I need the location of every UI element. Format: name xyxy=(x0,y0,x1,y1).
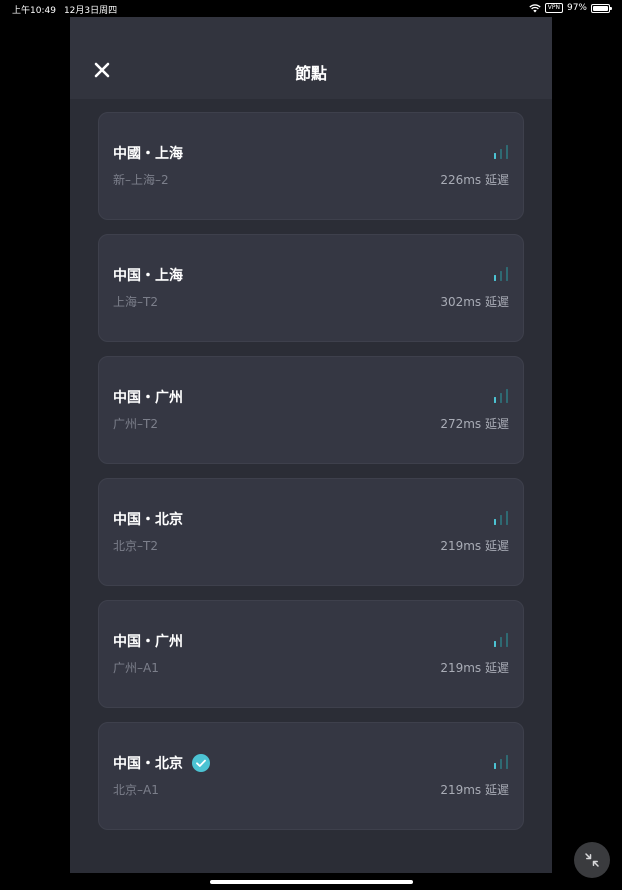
node-name: 中国・北京 xyxy=(113,509,183,529)
node-card[interactable]: 中国・广州广州–T2 272ms 延遲 xyxy=(98,356,524,464)
status-bar: 上午10:49 12月3日周四 VPN 97% xyxy=(0,0,622,17)
node-name: 中国・上海 xyxy=(113,265,183,285)
node-latency-label: 302ms 延遲 xyxy=(440,295,509,309)
node-card[interactable]: 中國・上海新–上海–2 226ms 延遲 xyxy=(98,112,524,220)
node-latency-label: 219ms 延遲 xyxy=(440,539,509,553)
node-server-label: 北京–A1 xyxy=(113,783,159,797)
node-card[interactable]: 中国・北京北京–A1 219ms 延遲 xyxy=(98,722,524,830)
wifi-icon xyxy=(529,3,541,12)
node-latency-label: 219ms 延遲 xyxy=(440,661,509,675)
collapse-button[interactable] xyxy=(574,842,610,878)
page-title: 節點 xyxy=(294,64,327,83)
battery-icon xyxy=(591,3,612,13)
home-indicator xyxy=(210,880,413,884)
node-name-label: 中国・北京 xyxy=(113,756,183,772)
signal-strength-icon xyxy=(494,389,508,403)
status-right: VPN 97% xyxy=(529,3,612,13)
node-card[interactable]: 中国・广州广州–A1 219ms 延遲 xyxy=(98,600,524,708)
vpn-badge: VPN xyxy=(544,3,563,13)
signal-strength-icon xyxy=(494,511,508,525)
node-selection-sheet: 節點 中國・上海新–上海–2 226ms 延遲中国・上海上海–T2 302ms 延遲… xyxy=(70,17,552,873)
node-server-label: 广州–A1 xyxy=(113,661,159,675)
signal-strength-icon xyxy=(494,755,508,769)
node-name: 中国・广州 xyxy=(113,387,183,407)
node-server-label: 广州–T2 xyxy=(113,417,158,431)
signal-strength-icon xyxy=(494,267,508,281)
node-name: 中国・广州 xyxy=(113,631,183,651)
node-name-label: 中国・北京 xyxy=(113,512,183,528)
node-server-label: 上海–T2 xyxy=(113,295,158,309)
node-name-label: 中国・上海 xyxy=(113,268,183,284)
node-latency-label: 219ms 延遲 xyxy=(440,783,509,797)
node-name: 中国・北京 xyxy=(113,753,210,773)
selected-check-icon xyxy=(192,754,210,772)
status-time: 上午10:49 xyxy=(12,6,56,16)
node-latency-label: 272ms 延遲 xyxy=(440,417,509,431)
node-name-label: 中国・广州 xyxy=(113,634,183,650)
node-name-label: 中国・广州 xyxy=(113,390,183,406)
status-date: 12月3日周四 xyxy=(63,6,118,16)
signal-strength-icon xyxy=(494,145,508,159)
sheet-header: 節點 xyxy=(70,17,552,99)
node-card[interactable]: 中国・上海上海–T2 302ms 延遲 xyxy=(98,234,524,342)
node-card[interactable]: 中国・北京北京–T2 219ms 延遲 xyxy=(98,478,524,586)
node-name-label: 中國・上海 xyxy=(113,146,183,162)
battery-level-fill xyxy=(593,5,608,11)
signal-strength-icon xyxy=(494,633,508,647)
node-server-label: 北京–T2 xyxy=(113,539,158,553)
node-latency-label: 226ms 延遲 xyxy=(440,173,509,187)
status-left: 上午10:49 12月3日周四 xyxy=(12,3,117,16)
battery-percentage: 97% xyxy=(566,3,587,13)
node-server-label: 新–上海–2 xyxy=(113,173,169,187)
collapse-arrows-icon xyxy=(585,853,599,867)
node-name: 中國・上海 xyxy=(113,143,183,163)
